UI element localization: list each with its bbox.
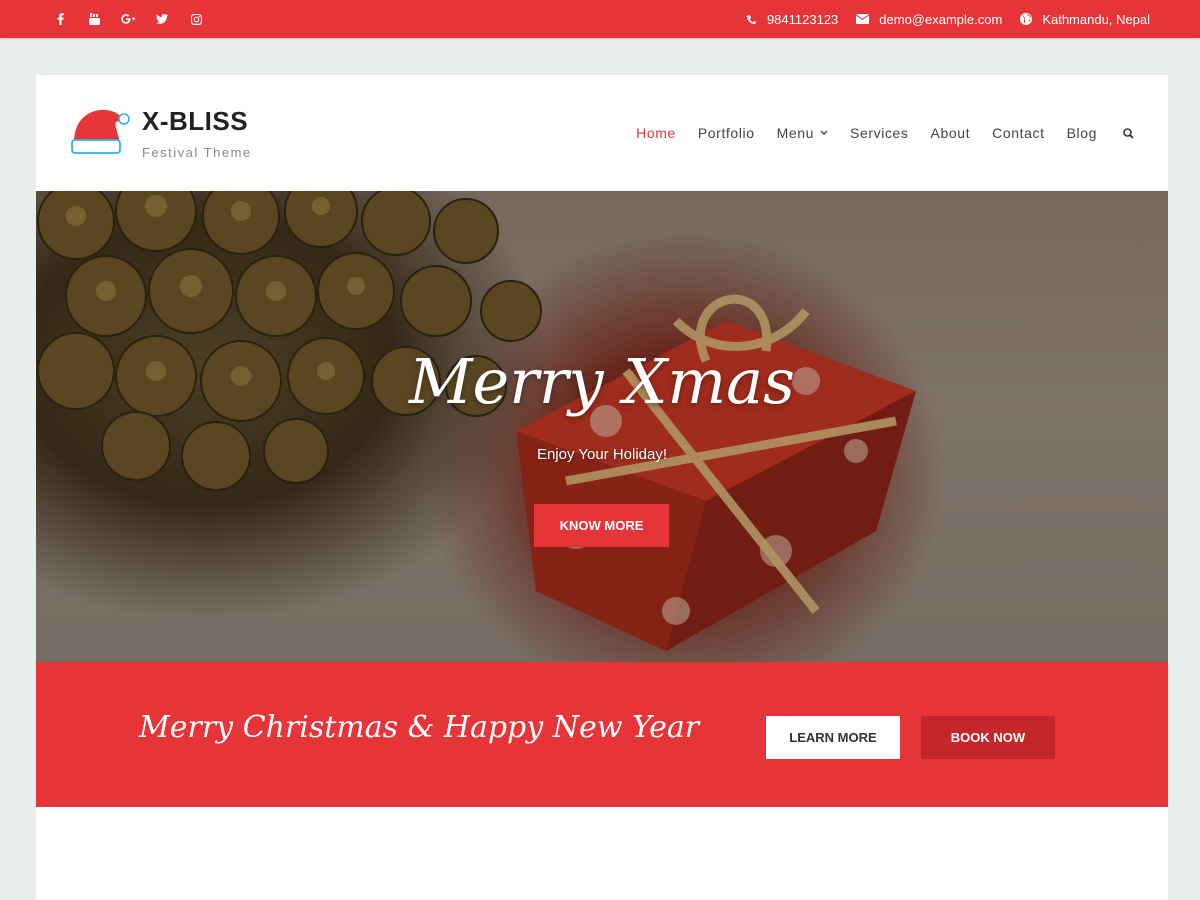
hero-banner: Merry Xmas Enjoy Your Holiday! KNOW MORE [36, 191, 1168, 662]
nav-item-about[interactable]: About [931, 125, 971, 141]
site-title[interactable]: X-BLISS [142, 106, 248, 137]
hero-subtitle: Enjoy Your Holiday! [536, 446, 668, 463]
know-more-button[interactable]: KNOW MORE [534, 504, 669, 547]
instagram-icon[interactable] [186, 9, 206, 29]
page-container: X-BLISS Festival Theme Home Portfolio Me… [36, 75, 1168, 900]
book-now-button[interactable]: BOOK NOW [921, 716, 1055, 759]
nav-item-home[interactable]: Home [636, 125, 676, 141]
search-icon[interactable] [1123, 127, 1134, 139]
google-plus-icon[interactable] [118, 9, 138, 29]
email-address: demo@example.com [879, 11, 1003, 27]
contact-info: 9841123123 demo@example.com Kathmandu, N… [728, 0, 1150, 38]
nav-item-menu[interactable]: Menu [777, 125, 828, 141]
site-header: X-BLISS Festival Theme Home Portfolio Me… [36, 75, 1168, 191]
nav-item-portfolio[interactable]: Portfolio [698, 125, 755, 141]
cta-heading: Merry Christmas & Happy New Year [139, 710, 700, 745]
facebook-icon[interactable] [50, 9, 70, 29]
site-tagline: Festival Theme [142, 145, 252, 160]
contact-location[interactable]: Kathmandu, Nepal [1020, 12, 1150, 27]
location-text: Kathmandu, Nepal [1042, 11, 1150, 27]
chevron-down-icon [820, 130, 828, 135]
santa-hat-icon[interactable] [70, 102, 130, 158]
cta-band: Merry Christmas & Happy New Year LEARN M… [36, 662, 1168, 807]
nav-item-menu-label: Menu [776, 125, 815, 141]
phone-icon [746, 14, 757, 24]
top-bar: 9841123123 demo@example.com Kathmandu, N… [0, 0, 1200, 38]
nav-item-blog[interactable]: Blog [1067, 125, 1097, 141]
learn-more-button[interactable]: LEARN MORE [766, 716, 900, 759]
nav-item-contact[interactable]: Contact [992, 125, 1044, 141]
social-links [50, 0, 206, 38]
youtube-icon[interactable] [84, 9, 104, 29]
nav-item-services[interactable]: Services [850, 125, 908, 141]
twitter-icon[interactable] [152, 9, 172, 29]
contact-phone[interactable]: 9841123123 [746, 12, 838, 27]
globe-icon [1020, 13, 1033, 25]
hero-overlay [36, 191, 1168, 662]
main-navigation: Home Portfolio Menu Services About Conta… [614, 123, 1134, 143]
hero-title: Merry Xmas [409, 345, 795, 418]
envelope-icon [856, 14, 870, 24]
contact-email[interactable]: demo@example.com [856, 12, 1002, 27]
phone-number: 9841123123 [766, 11, 839, 27]
